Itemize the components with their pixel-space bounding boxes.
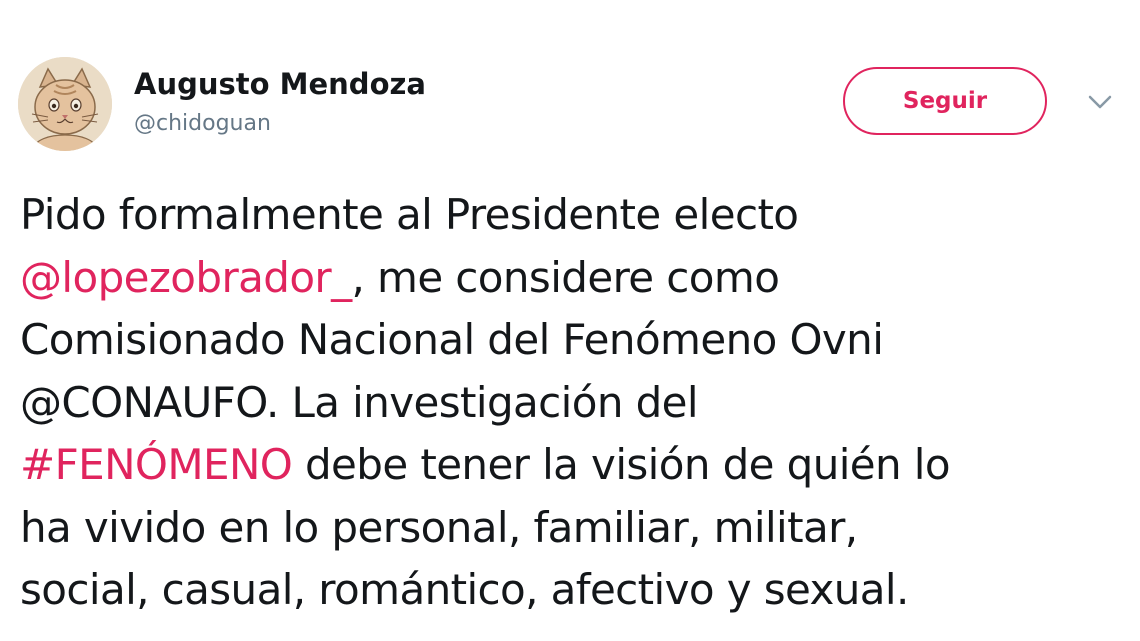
chevron-down-icon-graphic <box>1088 95 1112 109</box>
cat-avatar-icon[interactable] <box>18 57 112 151</box>
hashtag-link[interactable]: #FENÓMENO <box>20 440 293 489</box>
mention-link[interactable]: @lopezobrador_ <box>20 253 352 302</box>
tweet-text-segment: @CONAUFO. La investigación del <box>20 377 699 427</box>
author-display-name[interactable]: Augusto Mendoza <box>134 66 426 102</box>
tweet-text-line: Pido formalmente al Presidente electo <box>20 184 1130 247</box>
tweet-text-line: @lopezobrador_, me considere como <box>20 247 1130 310</box>
tweet-text-line: Comisionado Nacional del Fenómeno Ovni <box>20 309 1130 372</box>
tweet-text-segment: ha vivido en lo personal, familiar, mili… <box>20 502 858 552</box>
tweet-text-segment: , me considere como <box>351 252 780 302</box>
tweet-text-line: social, casual, romántico, afectivo y se… <box>20 559 1130 622</box>
tweet-text-segment: debe tener la visión de quién lo <box>292 440 951 489</box>
tweet-text-line: @CONAUFO. La investigación del <box>20 372 1130 435</box>
follow-button[interactable]: Seguir <box>843 67 1047 135</box>
chevron-down-icon[interactable] <box>1086 92 1114 112</box>
tweet-card: Augusto Mendoza @chidoguan Seguir Pido f… <box>0 0 1140 641</box>
tweet-text-segment: social, casual, romántico, afectivo y se… <box>20 565 909 614</box>
avatar-illustration <box>18 57 112 151</box>
author-handle[interactable]: @chidoguan <box>134 110 271 138</box>
tweet-text-segment: Comisionado Nacional del Fenómeno Ovni <box>20 315 884 364</box>
tweet-text-line: #FENÓMENO debe tener la visión de quién … <box>20 434 1130 497</box>
tweet-text-segment: Pido formalmente al Presidente electo <box>20 190 799 239</box>
tweet-text: Pido formalmente al Presidente electo @l… <box>20 184 1130 622</box>
tweet-text-line: ha vivido en lo personal, familiar, mili… <box>20 497 1130 560</box>
